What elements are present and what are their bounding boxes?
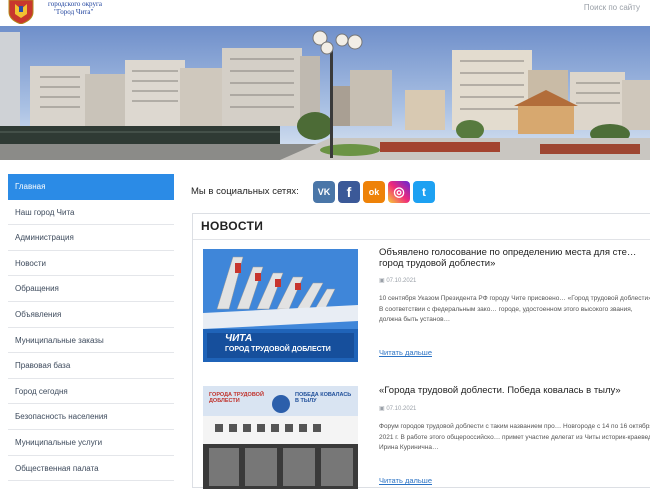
article-1-title[interactable]: Объявлено голосование по определению мес… bbox=[379, 247, 650, 269]
article-2-image[interactable]: ГОРОДА ТРУДОВОЙ ДОБЛЕСТИ ПОБЕДА КОВАЛАСЬ… bbox=[203, 386, 358, 489]
sidebar-item-city-today[interactable]: Город сегодня bbox=[8, 379, 174, 405]
top-bar: городского округа "Город Чита" Поиск по … bbox=[0, 0, 650, 26]
article-2-image-caption-1: ГОРОДА ТРУДОВОЙ ДОБЛЕСТИ bbox=[209, 392, 264, 404]
sidebar-item-legal-base[interactable]: Правовая база bbox=[8, 353, 174, 379]
city-banner-image bbox=[0, 26, 650, 160]
sidebar-item-municipal-orders[interactable]: Муниципальные заказы bbox=[8, 328, 174, 354]
org-line-1: городского округа bbox=[48, 0, 102, 8]
article-2-image-caption-2: ПОБЕДА КОВАЛАСЬ В ТЫЛУ bbox=[295, 392, 352, 404]
sidebar-item-public-safety[interactable]: Безопасность населения bbox=[8, 404, 174, 430]
sidebar-nav: Главная Наш город Чита Администрация Нов… bbox=[8, 174, 174, 488]
org-line-2: "Город Чита" bbox=[54, 8, 94, 16]
sidebar-item-home[interactable]: Главная bbox=[8, 174, 174, 200]
sidebar-item-appeals[interactable]: Обращения bbox=[8, 276, 174, 302]
twitter-icon[interactable]: t bbox=[413, 181, 435, 203]
article-2-title[interactable]: «Города трудовой доблести. Победа ковала… bbox=[379, 385, 650, 396]
sidebar-item-announcements[interactable]: Объявления bbox=[8, 302, 174, 328]
facebook-icon[interactable]: f bbox=[338, 181, 360, 203]
article-1-date: ▣ 07.10.2021 bbox=[379, 277, 416, 284]
news-divider bbox=[193, 239, 650, 240]
article-1-read-more-link[interactable]: Читать дальше bbox=[379, 348, 432, 357]
odnoklassniki-icon[interactable]: ok bbox=[363, 181, 385, 203]
sidebar-item-municipal-services[interactable]: Муниципальные услуги bbox=[8, 430, 174, 456]
article-1-image[interactable]: ЧИТА ГОРОД ТРУДОВОЙ ДОБЛЕСТИ bbox=[203, 249, 358, 362]
sidebar-item-administration[interactable]: Администрация bbox=[8, 225, 174, 251]
article-2-date-value: 07.10.2021 bbox=[386, 406, 417, 412]
article-2-date: ▣ 07.10.2021 bbox=[379, 405, 416, 412]
article-1-image-caption-1: ЧИТА bbox=[225, 333, 253, 344]
article-1-summary: 10 сентября Указом Президента РФ городу … bbox=[379, 295, 650, 323]
site-search-link[interactable]: Поиск по сайту bbox=[584, 3, 640, 12]
article-2-summary: Форум городов трудовой доблести с таким … bbox=[379, 423, 650, 451]
article-1-image-caption-2: ГОРОД ТРУДОВОЙ ДОБЛЕСТИ bbox=[225, 346, 331, 353]
article-1-date-value: 07.10.2021 bbox=[386, 278, 417, 284]
news-section: НОВОСТИ ЧИТА ГОРОД ТРУДОВОЙ ДОБЛЕСТИ Объ… bbox=[192, 213, 650, 489]
vk-icon[interactable]: VK bbox=[313, 181, 335, 203]
article-2-read-more-link[interactable]: Читать дальше bbox=[379, 476, 432, 485]
sidebar-item-news[interactable]: Новости bbox=[8, 251, 174, 277]
city-crest-icon[interactable] bbox=[6, 0, 36, 25]
sidebar-item-our-city[interactable]: Наш город Чита bbox=[8, 200, 174, 226]
social-networks-label: Мы в социальных сетях: bbox=[191, 186, 299, 197]
news-heading: НОВОСТИ bbox=[201, 219, 264, 233]
org-name[interactable]: городского округа "Город Чита" bbox=[48, 0, 102, 16]
instagram-icon[interactable]: ◎ bbox=[388, 181, 410, 203]
sidebar-item-public-chamber[interactable]: Общественная палата bbox=[8, 456, 174, 482]
